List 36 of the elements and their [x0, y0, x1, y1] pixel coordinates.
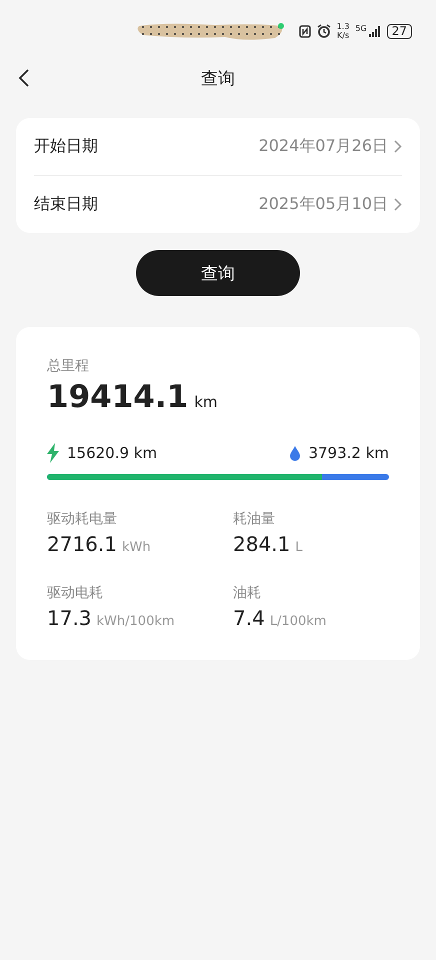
speed-unit: K/s	[337, 31, 350, 40]
page-title: 查询	[201, 68, 235, 90]
stat-unit: kWh/100km	[96, 614, 175, 629]
date-label: 开始日期	[34, 136, 98, 157]
electric-mileage: 15620.9 km	[67, 444, 158, 462]
date-value: 2024年07月26日	[258, 136, 388, 157]
battery-level: 27	[386, 24, 412, 38]
total-mileage-label: 总里程	[47, 357, 90, 375]
query-button[interactable]: 查询	[136, 250, 300, 296]
drop-icon	[290, 446, 300, 460]
date-row[interactable]: 结束日期 2025年05月10日	[34, 175, 402, 233]
stat-unit: kWh	[122, 540, 151, 555]
total-mileage-unit: km	[194, 393, 218, 411]
date-row[interactable]: 开始日期 2024年07月26日	[34, 118, 402, 175]
alarm-icon	[316, 24, 331, 38]
chevron-right-icon	[394, 140, 402, 153]
signal-icon	[368, 26, 381, 36]
speed-value: 1.3	[336, 22, 350, 31]
stat-unit: L	[295, 540, 303, 555]
stat-value: 7.4	[233, 606, 265, 630]
stat-label: 驱动电耗	[47, 584, 104, 602]
stat-label: 耗油量	[233, 510, 276, 528]
lightning-icon	[47, 443, 59, 463]
date-label: 结束日期	[34, 194, 98, 215]
stat-label: 油耗	[233, 584, 262, 602]
stat-value: 17.3	[47, 606, 92, 630]
nfc-icon	[298, 24, 311, 38]
stat-value: 2716.1	[47, 532, 117, 556]
stat-label: 驱动耗电量	[47, 510, 118, 528]
total-mileage-value: 19414.1	[47, 379, 188, 415]
chevron-right-icon	[394, 198, 402, 211]
date-value: 2025年05月10日	[258, 194, 388, 215]
stat-value: 284.1	[233, 532, 290, 556]
fuel-mileage: 3793.2 km	[308, 444, 389, 462]
network-label: 5G	[355, 24, 367, 32]
stat-unit: L/100km	[270, 614, 326, 629]
